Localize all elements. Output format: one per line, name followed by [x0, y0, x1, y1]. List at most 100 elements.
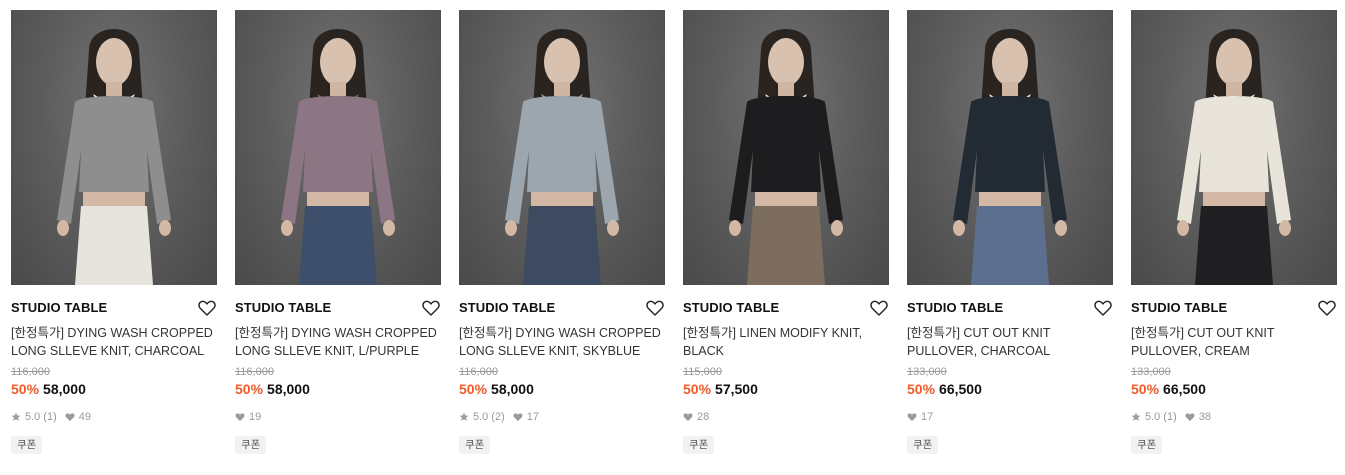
coupon-badge: 쿠폰 — [907, 436, 939, 454]
likes-group: 17 — [907, 410, 933, 424]
product-meta: 5.0 (1) 38 — [1131, 410, 1337, 424]
heart-filled-icon — [235, 413, 245, 421]
wishlist-heart-icon[interactable] — [645, 298, 665, 318]
brand-name[interactable]: STUDIO TABLE — [1131, 298, 1337, 318]
price-row: 50% 58,000 — [235, 380, 441, 398]
product-image[interactable] — [11, 10, 217, 285]
original-price: 133,000 — [1131, 366, 1171, 378]
product-image[interactable] — [907, 10, 1113, 285]
model-photo — [57, 29, 171, 285]
brand-row: STUDIO TABLE — [235, 298, 441, 320]
discount-rate: 50% — [235, 381, 264, 397]
product-meta: 5.0 (1) 49 — [11, 410, 217, 424]
brand-name[interactable]: STUDIO TABLE — [683, 298, 889, 318]
brand-row: STUDIO TABLE — [683, 298, 889, 320]
heart-filled-icon — [907, 413, 917, 421]
product-card[interactable]: STUDIO TABLE [한정특가] DYING WASH CROPPED L… — [459, 10, 665, 470]
brand-row: STUDIO TABLE — [907, 298, 1113, 320]
original-price: 133,000 — [907, 366, 947, 378]
product-title[interactable]: [한정특가] CUT OUT KNIT PULLOVER, CREAM — [1131, 324, 1337, 360]
brand-row: STUDIO TABLE — [11, 298, 217, 320]
rating-group: 5.0 (2) — [459, 410, 513, 424]
product-grid: STUDIO TABLE [한정특가] DYING WASH CROPPED L… — [0, 0, 1345, 475]
star-icon — [1131, 412, 1141, 421]
heart-filled-icon — [65, 413, 75, 421]
likes-count: 17 — [526, 411, 539, 423]
likes-group: 17 — [513, 410, 539, 424]
model-photo — [953, 29, 1067, 285]
likes-group: 49 — [65, 410, 91, 424]
product-card[interactable]: STUDIO TABLE [한정특가] LINEN MODIFY KNIT, B… — [683, 10, 889, 470]
rating-group: 5.0 (1) — [11, 410, 65, 424]
discount-rate: 50% — [459, 381, 488, 397]
model-photo — [1177, 29, 1291, 285]
brand-row: STUDIO TABLE — [459, 298, 665, 320]
discount-rate: 50% — [683, 381, 712, 397]
coupon-badge: 쿠폰 — [1131, 436, 1163, 454]
product-title[interactable]: [한정특가] LINEN MODIFY KNIT, BLACK — [683, 324, 889, 360]
sale-price: 57,500 — [715, 381, 758, 397]
brand-name[interactable]: STUDIO TABLE — [11, 298, 217, 318]
wishlist-heart-icon[interactable] — [1317, 298, 1337, 318]
coupon-badge: 쿠폰 — [235, 436, 267, 454]
likes-group: 38 — [1185, 410, 1211, 424]
coupon-badge: 쿠폰 — [11, 436, 43, 454]
price-row: 50% 58,000 — [459, 380, 665, 398]
coupon-badge: 쿠폰 — [683, 436, 715, 454]
product-card[interactable]: STUDIO TABLE [한정특가] CUT OUT KNIT PULLOVE… — [1131, 10, 1337, 470]
sale-price: 66,500 — [1163, 381, 1206, 397]
product-title[interactable]: [한정특가] DYING WASH CROPPED LONG SLLEVE KN… — [459, 324, 665, 360]
sale-price: 66,500 — [939, 381, 982, 397]
brand-name[interactable]: STUDIO TABLE — [907, 298, 1113, 318]
product-title[interactable]: [한정특가] DYING WASH CROPPED LONG SLLEVE KN… — [11, 324, 217, 360]
model-photo — [281, 29, 395, 285]
wishlist-heart-icon[interactable] — [1093, 298, 1113, 318]
likes-count: 38 — [1198, 411, 1211, 423]
product-meta: 19 — [235, 410, 441, 424]
brand-row: STUDIO TABLE — [1131, 298, 1337, 320]
brand-name[interactable]: STUDIO TABLE — [235, 298, 441, 318]
discount-rate: 50% — [907, 381, 936, 397]
brand-name[interactable]: STUDIO TABLE — [459, 298, 665, 318]
heart-filled-icon — [1185, 413, 1195, 421]
product-image[interactable] — [235, 10, 441, 285]
original-price: 116,000 — [11, 366, 50, 378]
rating-group: 5.0 (1) — [1131, 410, 1185, 424]
price-row: 50% 58,000 — [11, 380, 217, 398]
sale-price: 58,000 — [43, 381, 86, 397]
original-price: 116,000 — [235, 366, 274, 378]
rating-value: 5.0 — [1145, 411, 1161, 423]
product-meta: 17 — [907, 410, 1113, 424]
model-photo — [729, 29, 843, 285]
wishlist-heart-icon[interactable] — [197, 298, 217, 318]
product-card[interactable]: STUDIO TABLE [한정특가] DYING WASH CROPPED L… — [235, 10, 441, 470]
product-card[interactable]: STUDIO TABLE [한정특가] CUT OUT KNIT PULLOVE… — [907, 10, 1113, 470]
wishlist-heart-icon[interactable] — [869, 298, 889, 318]
product-card[interactable]: STUDIO TABLE [한정특가] DYING WASH CROPPED L… — [11, 10, 217, 470]
product-title[interactable]: [한정특가] DYING WASH CROPPED LONG SLLEVE KN… — [235, 324, 441, 360]
product-image[interactable] — [683, 10, 889, 285]
model-photo — [505, 29, 619, 285]
product-image[interactable] — [1131, 10, 1337, 285]
sale-price: 58,000 — [491, 381, 534, 397]
discount-rate: 50% — [11, 381, 40, 397]
price-row: 50% 57,500 — [683, 380, 889, 398]
product-meta: 28 — [683, 410, 889, 424]
discount-rate: 50% — [1131, 381, 1160, 397]
likes-count: 28 — [697, 411, 710, 423]
wishlist-heart-icon[interactable] — [421, 298, 441, 318]
rating-value: 5.0 — [25, 411, 41, 423]
rating-value: 5.0 — [473, 411, 489, 423]
price-row: 50% 66,500 — [907, 380, 1113, 398]
heart-filled-icon — [513, 413, 523, 421]
product-title[interactable]: [한정특가] CUT OUT KNIT PULLOVER, CHARCOAL — [907, 324, 1113, 360]
likes-group: 28 — [683, 410, 709, 424]
star-icon — [459, 412, 469, 421]
star-icon — [11, 412, 21, 421]
price-row: 50% 66,500 — [1131, 380, 1337, 398]
original-price: 116,000 — [459, 366, 498, 378]
product-image[interactable] — [459, 10, 665, 285]
likes-count: 49 — [78, 411, 91, 423]
sale-price: 58,000 — [267, 381, 310, 397]
product-meta: 5.0 (2) 17 — [459, 410, 665, 424]
